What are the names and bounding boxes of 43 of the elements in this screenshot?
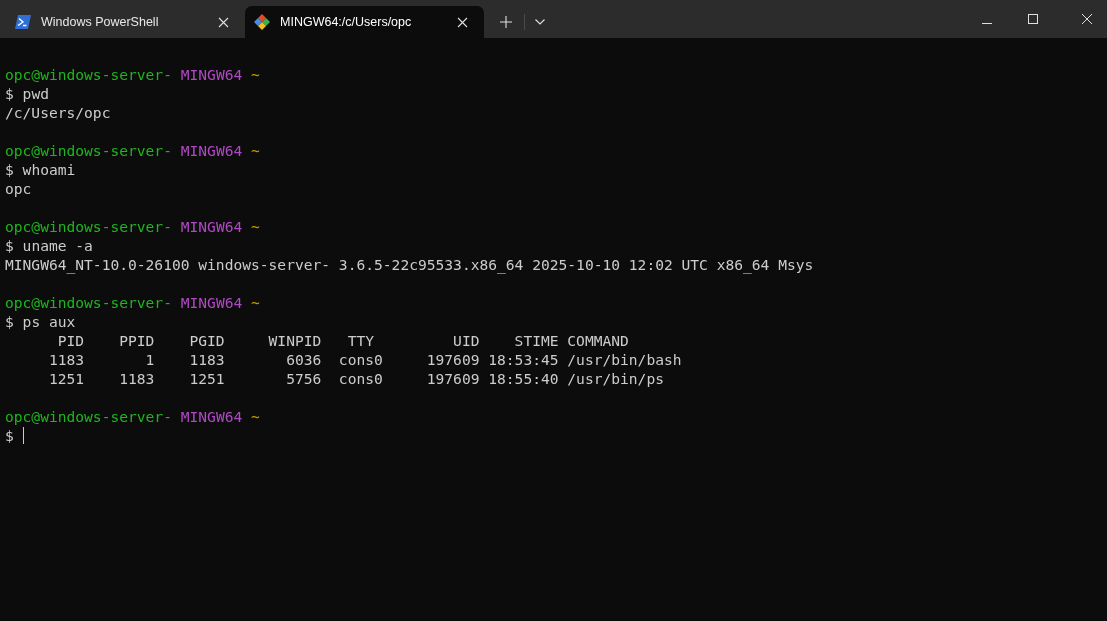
close-icon[interactable] bbox=[1082, 14, 1092, 24]
prompt-sign: $ bbox=[5, 161, 14, 178]
prompt-user: opc@windows-server- bbox=[5, 66, 172, 83]
prompt-system: MINGW64 bbox=[180, 408, 243, 425]
command-text: whoami bbox=[22, 161, 76, 178]
prompt-path: ~ bbox=[251, 294, 260, 311]
maximize-icon[interactable] bbox=[1028, 14, 1038, 24]
close-icon[interactable] bbox=[218, 16, 229, 28]
prompt-user: opc@windows-server- bbox=[5, 294, 172, 311]
prompt-sign: $ bbox=[5, 85, 14, 102]
tab-title: Windows PowerShell bbox=[41, 15, 160, 29]
prompt-sign: $ bbox=[5, 427, 14, 444]
tab[interactable]: MINGW64:/c/Users/opc bbox=[245, 6, 484, 38]
chevron-down-icon[interactable] bbox=[535, 19, 545, 25]
command-text: ps aux bbox=[22, 313, 76, 330]
output-text: 1183 1 1183 6036 cons0 197609 18:53:45 /usr/bin/bash bbox=[47, 351, 682, 368]
command-text: uname -a bbox=[22, 237, 93, 254]
prompt-system: MINGW64 bbox=[180, 218, 243, 235]
prompt-user: opc@windows-server- bbox=[5, 408, 172, 425]
prompt-path: ~ bbox=[251, 408, 260, 425]
prompt-sign: $ bbox=[5, 237, 14, 254]
prompt-system: MINGW64 bbox=[180, 294, 243, 311]
output-text: opc bbox=[5, 180, 32, 197]
tab-title: MINGW64:/c/Users/opc bbox=[280, 15, 413, 29]
command-text: pwd bbox=[22, 85, 49, 102]
new-tab-icon[interactable] bbox=[500, 16, 512, 28]
output-text: 1251 1183 1251 5756 cons0 197609 18:55:40 /usr/bin/ps bbox=[47, 370, 664, 387]
output-text: PID PPID PGID WINPID TTY UID STIME COMMAND bbox=[56, 332, 629, 349]
terminal-icon bbox=[15, 15, 31, 29]
git-icon bbox=[254, 14, 270, 30]
prompt-user: opc@windows-server- bbox=[5, 142, 172, 159]
prompt-path: ~ bbox=[251, 142, 260, 159]
output-text: /c/Users/opc bbox=[5, 104, 111, 121]
prompt-system: MINGW64 bbox=[180, 142, 243, 159]
prompt-path: ~ bbox=[251, 66, 260, 83]
prompt-path: ~ bbox=[251, 218, 260, 235]
prompt-user: opc@windows-server- bbox=[5, 218, 172, 235]
close-icon[interactable] bbox=[457, 16, 468, 28]
prompt-sign: $ bbox=[5, 313, 14, 330]
prompt-system: MINGW64 bbox=[180, 66, 243, 83]
text-cursor bbox=[22, 427, 24, 444]
tab[interactable]: Windows PowerShell bbox=[6, 6, 245, 38]
output-text: MINGW64_NT-10.0-26100 windows-server- 3.6.5-22c95533.x86_64 2025-10-10 12:02 UTC x86_64 Msys bbox=[5, 256, 814, 273]
